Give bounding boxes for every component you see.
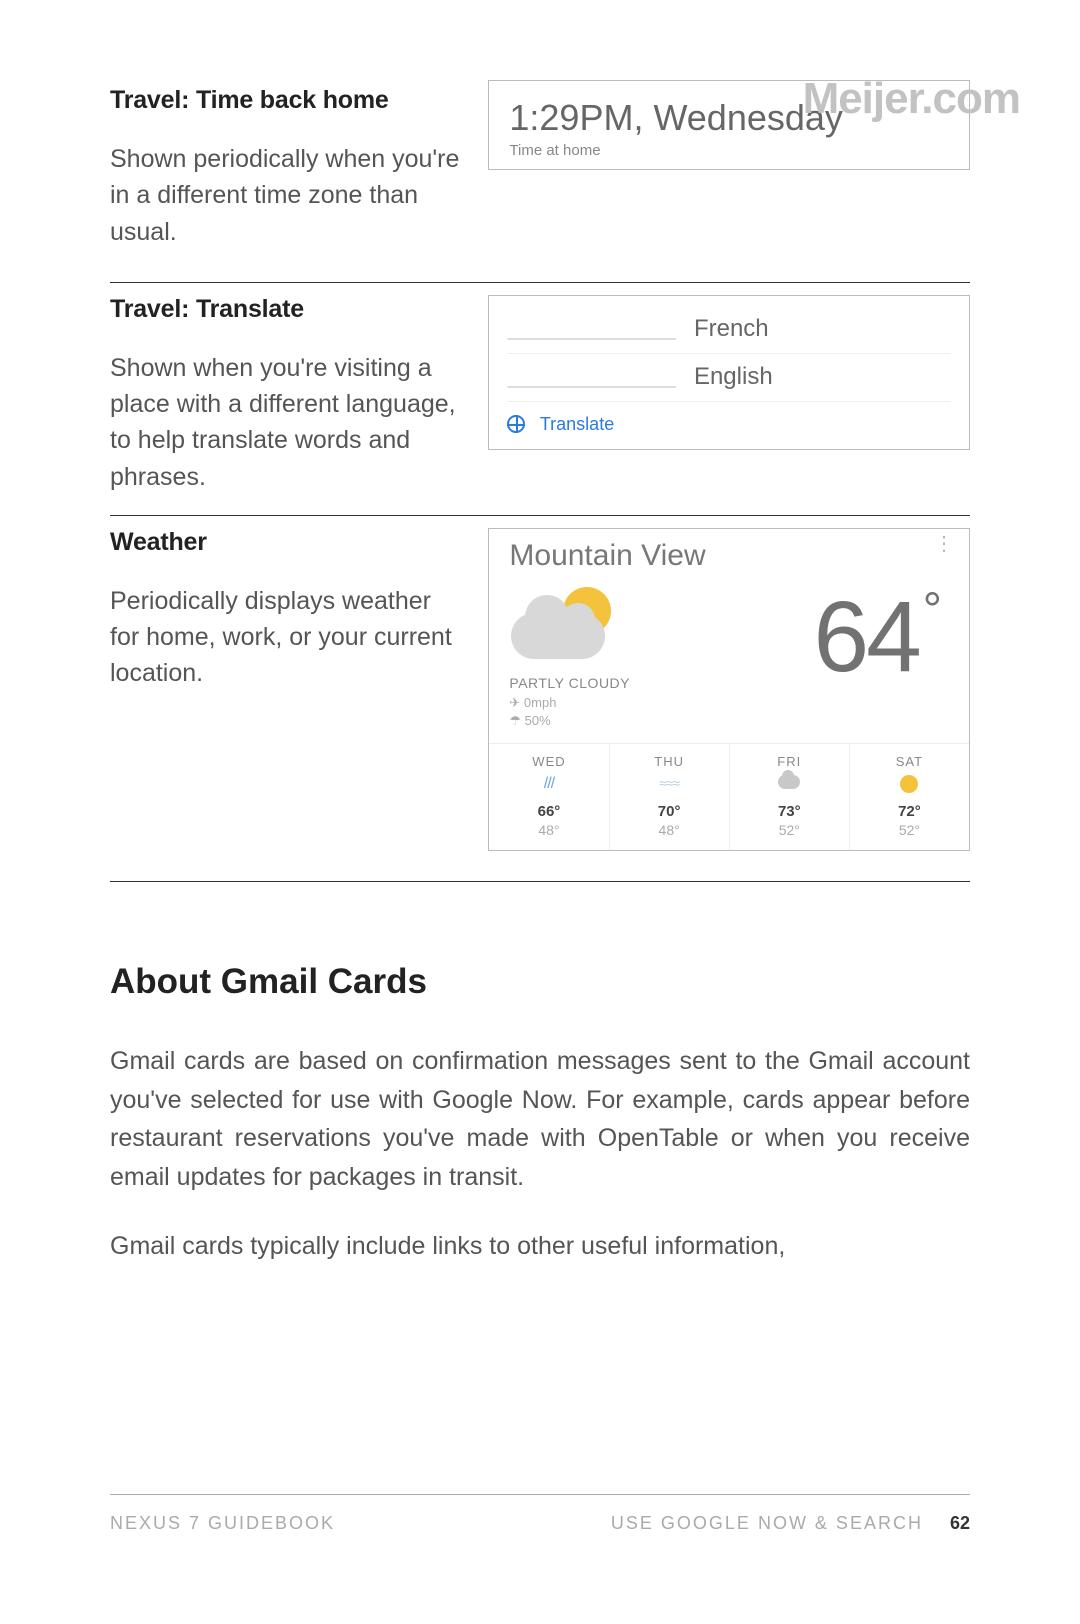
about-paragraph: Gmail cards typically include links to o… [110,1227,970,1266]
translate-row-target: English [507,354,951,402]
weather-humidity: ☂ 50% [509,713,685,729]
forecast-lo: 48° [610,822,729,838]
forecast-hi: 70° [610,803,729,820]
translate-input-target[interactable] [507,366,676,388]
weather-city: Mountain View [509,539,949,573]
section-desc: Shown periodically when you're in a diff… [110,141,460,250]
about-gmail-cards: About Gmail Cards Gmail cards are based … [110,962,970,1266]
forecast-hi: 72° [850,803,969,820]
time-label: Time at home [509,142,949,159]
translate-action[interactable]: Translate [507,402,951,441]
page-footer: NEXUS 7 GUIDEBOOK USE GOOGLE NOW & SEARC… [110,1494,970,1534]
section-heading: Travel: Time back home [110,86,460,115]
weather-temp: 64° [685,587,949,687]
translate-lang-target: English [694,363,951,391]
section-desc: Periodically displays weather for home, … [110,583,460,692]
forecast-hi: 73° [730,803,849,820]
fog-icon: ≈≈≈ [610,775,729,797]
footer-chapter: USE GOOGLE NOW & SEARCH 62 [611,1513,970,1534]
forecast-lo: 52° [850,822,969,838]
partly-cloudy-icon [509,587,629,667]
section-heading: Travel: Translate [110,295,460,324]
document-page: Travel: Time back home Shown periodicall… [0,0,1080,1266]
about-paragraph: Gmail cards are based on confirmation me… [110,1042,970,1197]
footer-book-title: NEXUS 7 GUIDEBOOK [110,1513,335,1534]
forecast-hi: 66° [489,803,608,820]
translate-card: French English Translate [488,295,970,450]
page-number: 62 [950,1513,970,1533]
forecast-day-name: THU [610,754,729,769]
translate-link-label: Translate [540,414,614,435]
weather-wind: ✈ 0mph [509,695,685,711]
forecast-day-name: WED [489,754,608,769]
globe-icon [507,415,525,433]
divider [110,881,970,882]
rain-icon: /// [489,775,608,797]
forecast-day: FRI 73° 52° [730,744,850,850]
forecast-day: SAT 72° 52° [850,744,969,850]
translate-row-source: French [507,306,951,354]
more-icon[interactable]: ⋮ [934,541,951,547]
weather-condition: PARTLY CLOUDY [509,675,685,691]
translate-input-source[interactable] [507,318,676,340]
forecast-day-name: FRI [730,754,849,769]
section-weather: Weather Periodically displays weather fo… [110,515,970,851]
sun-icon [850,775,969,797]
cloud-icon [730,775,849,797]
section-heading: Weather [110,528,460,557]
watermark: Meijer.com [803,74,1020,124]
section-travel-translate: Travel: Translate Shown when you're visi… [110,282,970,495]
forecast-day: THU ≈≈≈ 70° 48° [610,744,730,850]
forecast-lo: 48° [489,822,608,838]
section-desc: Shown when you're visiting a place with … [110,350,460,495]
weather-forecast: WED /// 66° 48° THU ≈≈≈ 70° 48° FRI [489,743,969,850]
forecast-day: WED /// 66° 48° [489,744,609,850]
about-heading: About Gmail Cards [110,962,970,1002]
forecast-day-name: SAT [850,754,969,769]
weather-card: ⋮ Mountain View PARTLY CLOUDY ✈ 0mph ☂ 5… [488,528,970,851]
forecast-lo: 52° [730,822,849,838]
translate-lang-source: French [694,315,951,343]
